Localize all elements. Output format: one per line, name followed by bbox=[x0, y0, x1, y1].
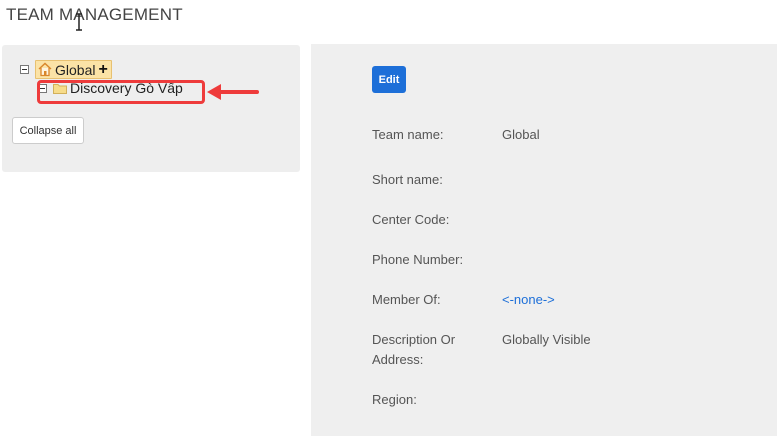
tree-node-global[interactable]: Global + bbox=[20, 60, 112, 79]
collapse-toggle-icon[interactable] bbox=[20, 65, 29, 74]
folder-icon bbox=[53, 83, 67, 94]
tree-node-global-label: Global bbox=[55, 61, 96, 78]
phone-number-label: Phone Number: bbox=[372, 252, 464, 267]
page-title: TEAM MANAGEMENT bbox=[6, 5, 183, 24]
red-arrow-icon bbox=[207, 84, 259, 100]
region-label: Region: bbox=[372, 392, 417, 407]
team-management-page: TEAM MANAGEMENT Global + Discovery Gò Vấ bbox=[0, 0, 777, 436]
description-label: Description Or Address: bbox=[372, 332, 456, 367]
text-cursor-icon bbox=[76, 13, 82, 31]
team-tree-panel: Global + Discovery Gò Vấp Collapse all bbox=[2, 45, 300, 172]
tree-node-discovery-label: Discovery Gò Vấp bbox=[70, 80, 183, 96]
team-name-label: Team name: bbox=[372, 127, 444, 142]
plus-icon[interactable]: + bbox=[98, 61, 107, 77]
collapse-toggle-icon[interactable] bbox=[38, 83, 47, 93]
center-code-label: Center Code: bbox=[372, 212, 450, 227]
home-icon bbox=[38, 62, 52, 77]
tree-node-discovery-go-vap[interactable]: Discovery Gò Vấp bbox=[38, 80, 183, 96]
member-of-label: Member Of: bbox=[372, 292, 441, 307]
description-value: Globally Visible bbox=[502, 332, 591, 347]
edit-button[interactable]: Edit bbox=[372, 66, 406, 93]
tree-node-global-selected[interactable]: Global + bbox=[35, 60, 112, 79]
member-of-link[interactable]: <-none-> bbox=[502, 290, 555, 310]
collapse-all-button[interactable]: Collapse all bbox=[12, 117, 84, 144]
team-name-value: Global bbox=[502, 127, 540, 142]
team-details-panel: Edit Team name: Global Short name: Cente… bbox=[311, 44, 777, 436]
short-name-label: Short name: bbox=[372, 172, 443, 187]
